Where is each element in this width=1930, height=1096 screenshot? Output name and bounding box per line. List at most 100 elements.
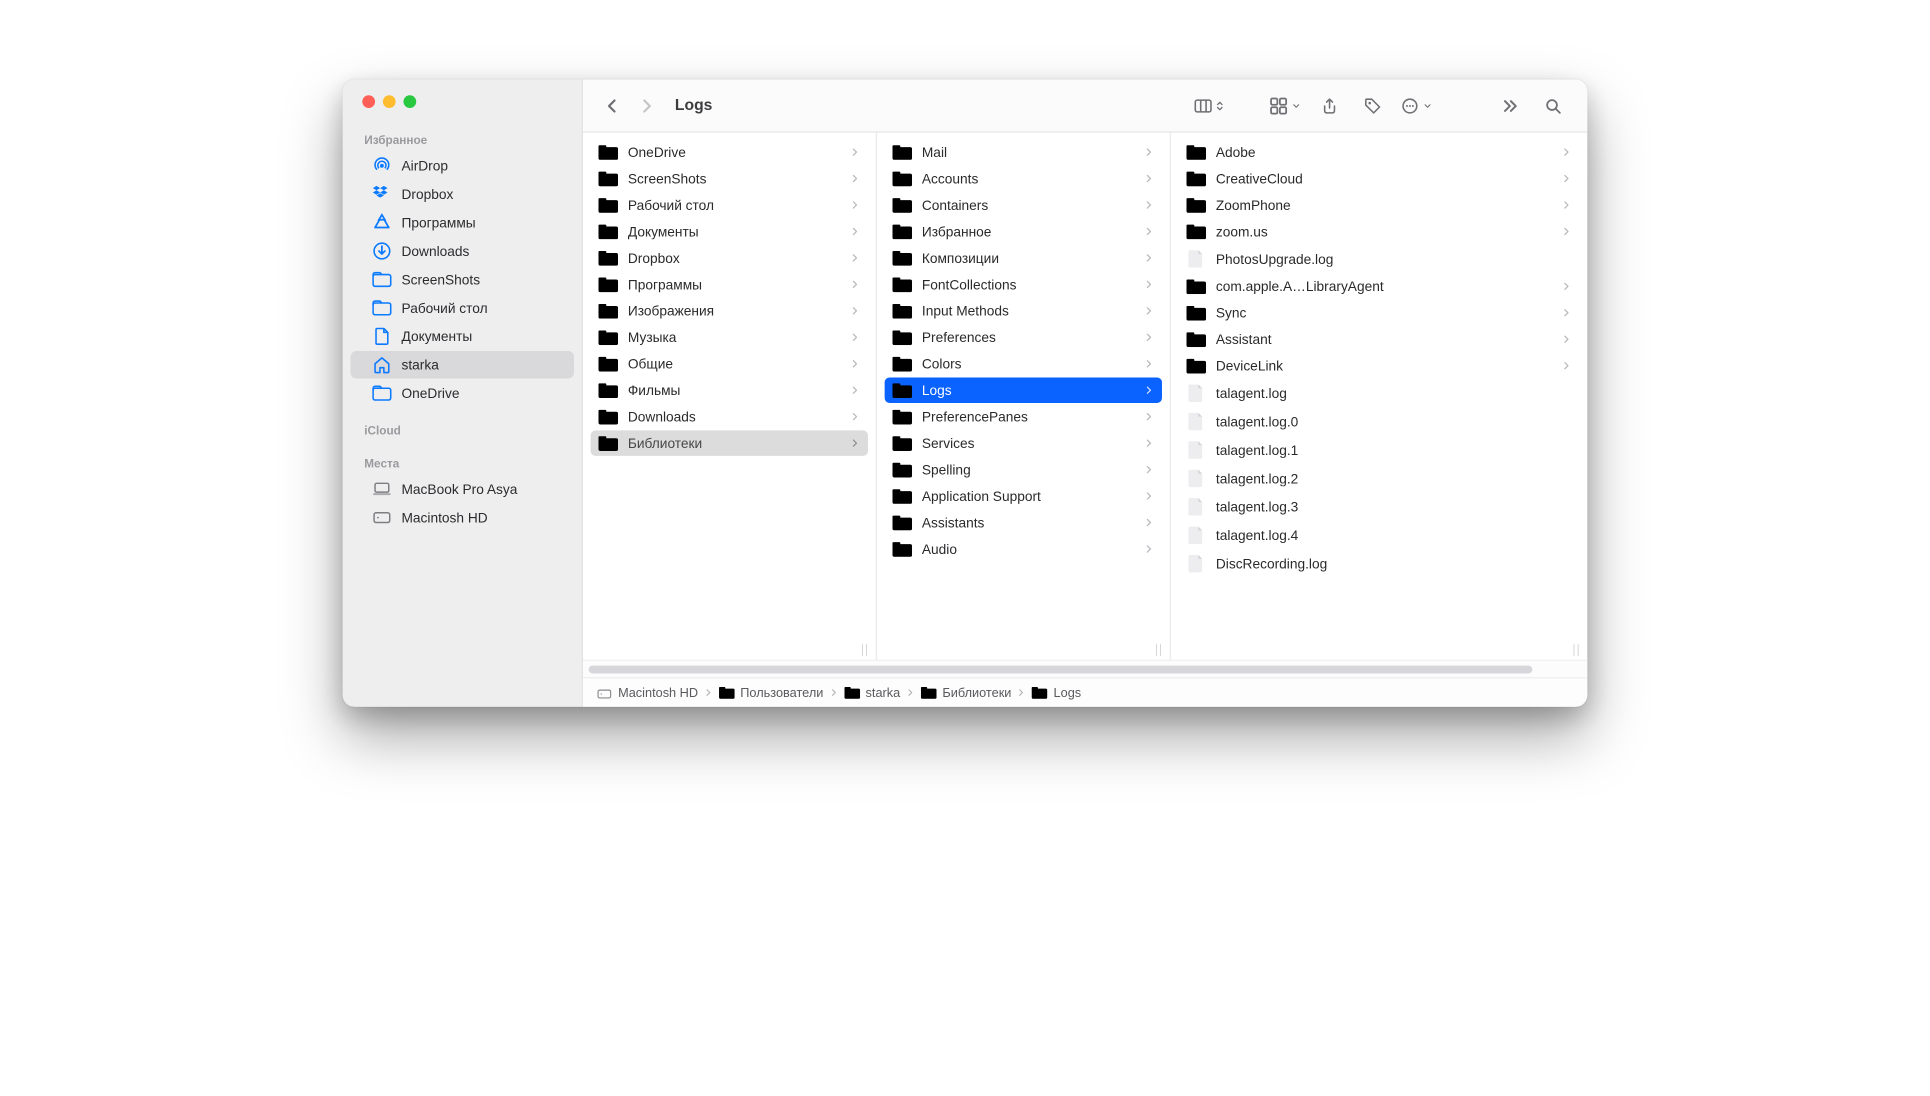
toolbar-overflow-button[interactable] [1495, 92, 1524, 119]
sidebar-item[interactable]: Рабочий стол [351, 294, 574, 321]
folder-icon [598, 197, 618, 213]
sidebar-item[interactable]: starka [351, 351, 574, 378]
share-button[interactable] [1315, 92, 1344, 119]
path-crumb[interactable]: Macintosh HD [597, 685, 699, 700]
zoom-window-button[interactable] [403, 95, 416, 108]
folder-row[interactable]: Containers [885, 192, 1162, 217]
file-row[interactable]: talagent.log.1 [1179, 436, 1580, 463]
path-crumb[interactable]: Logs [1032, 685, 1081, 700]
column-resize-handle[interactable]: ││ [856, 645, 872, 656]
folder-icon [921, 686, 937, 699]
path-crumb[interactable]: starka [844, 685, 900, 700]
chevron-right-icon [1144, 356, 1154, 372]
view-columns-button[interactable] [1194, 92, 1225, 119]
folder-row[interactable]: Services [885, 430, 1162, 455]
file-row[interactable]: talagent.log [1179, 379, 1580, 406]
folder-row[interactable]: Assistant [1179, 327, 1580, 352]
folder-row[interactable]: ZoomPhone [1179, 192, 1580, 217]
folder-row[interactable]: Accounts [885, 166, 1162, 191]
folder-row[interactable]: CreativeCloud [1179, 166, 1580, 191]
folder-row[interactable]: Изображения [591, 298, 868, 323]
folder-row[interactable]: DeviceLink [1179, 353, 1580, 378]
sidebar-item[interactable]: AirDrop [351, 152, 574, 179]
chevron-right-icon [850, 329, 860, 345]
file-row[interactable]: talagent.log.2 [1179, 465, 1580, 492]
folder-row[interactable]: Audio [885, 536, 1162, 561]
sidebar-item[interactable]: Документы [351, 323, 574, 350]
folder-icon [1186, 331, 1206, 347]
folder-row[interactable]: Assistants [885, 510, 1162, 535]
folder-row[interactable]: Colors [885, 351, 1162, 376]
chevron-right-icon [1562, 197, 1572, 213]
folder-row[interactable]: Общие [591, 351, 868, 376]
search-button[interactable] [1538, 92, 1567, 119]
folder-icon [1186, 358, 1206, 374]
chevron-right-icon [1562, 305, 1572, 321]
folder-row[interactable]: Библиотеки [591, 430, 868, 455]
folder-icon [892, 462, 912, 478]
folder-row[interactable]: Sync [1179, 300, 1580, 325]
folder-row[interactable]: PreferencePanes [885, 404, 1162, 429]
row-label: Application Support [922, 488, 1135, 504]
folder-row[interactable]: com.apple.A…LibraryAgent [1179, 274, 1580, 299]
folder-row[interactable]: Документы [591, 219, 868, 244]
chevron-right-icon [1144, 329, 1154, 345]
folder-row[interactable]: Mail [885, 139, 1162, 164]
sidebar-location-item[interactable]: Macintosh HD [351, 504, 574, 531]
folder-row[interactable]: Input Methods [885, 298, 1162, 323]
close-window-button[interactable] [362, 95, 375, 108]
sidebar-item[interactable]: ScreenShots [351, 266, 574, 293]
folder-row[interactable]: Adobe [1179, 139, 1580, 164]
folder-icon [892, 488, 912, 504]
folder-row[interactable]: Музыка [591, 325, 868, 350]
group-by-button[interactable] [1270, 92, 1301, 119]
minimize-window-button[interactable] [383, 95, 396, 108]
folder-row[interactable]: Logs [885, 377, 1162, 402]
folder-row[interactable]: Spelling [885, 457, 1162, 482]
file-row[interactable]: PhotosUpgrade.log [1179, 245, 1580, 272]
tags-button[interactable] [1358, 92, 1387, 119]
column-resize-handle[interactable]: ││ [1150, 645, 1166, 656]
sidebar-item[interactable]: OneDrive [351, 379, 574, 406]
folder-icon [598, 382, 618, 398]
chevron-right-icon [850, 224, 860, 240]
folder-row[interactable]: OneDrive [591, 139, 868, 164]
file-row[interactable]: DiscRecording.log [1179, 550, 1580, 577]
browser-column: AdobeCreativeCloudZoomPhonezoom.usPhotos… [1171, 132, 1588, 659]
row-label: Музыка [628, 329, 841, 345]
row-label: ScreenShots [628, 171, 841, 187]
folder-row[interactable]: Preferences [885, 325, 1162, 350]
folder-row[interactable]: Программы [591, 272, 868, 297]
file-row[interactable]: talagent.log.0 [1179, 408, 1580, 435]
file-row[interactable]: talagent.log.3 [1179, 493, 1580, 520]
forward-button[interactable] [632, 92, 661, 119]
more-actions-button[interactable] [1401, 92, 1432, 119]
folder-row[interactable]: Application Support [885, 483, 1162, 508]
row-label: Избранное [922, 224, 1135, 240]
back-button[interactable] [597, 92, 626, 119]
column-resize-handle[interactable]: ││ [1568, 645, 1584, 656]
chevron-right-icon [1144, 488, 1154, 504]
folder-row[interactable]: FontCollections [885, 272, 1162, 297]
sidebar-item[interactable]: Dropbox [351, 180, 574, 207]
row-label: talagent.log.2 [1216, 471, 1572, 487]
path-crumb[interactable]: Пользователи [719, 685, 824, 700]
folder-icon [844, 686, 860, 699]
path-crumb[interactable]: Библиотеки [921, 685, 1012, 700]
folder-row[interactable]: Избранное [885, 219, 1162, 244]
row-label: DiscRecording.log [1216, 556, 1572, 572]
sidebar-location-item[interactable]: MacBook Pro Asya [351, 475, 574, 502]
folder-row[interactable]: Dropbox [591, 245, 868, 270]
folder-row[interactable]: ScreenShots [591, 166, 868, 191]
sidebar-item-label: Программы [402, 215, 561, 231]
folder-row[interactable]: Рабочий стол [591, 192, 868, 217]
folder-row[interactable]: Композиции [885, 245, 1162, 270]
sidebar-item[interactable]: Программы [351, 209, 574, 236]
folder-row[interactable]: Фильмы [591, 377, 868, 402]
folder-row[interactable]: Downloads [591, 404, 868, 429]
horizontal-scrollbar[interactable] [583, 660, 1588, 678]
folder-icon [892, 329, 912, 345]
folder-row[interactable]: zoom.us [1179, 219, 1580, 244]
sidebar-item[interactable]: Downloads [351, 237, 574, 264]
file-row[interactable]: talagent.log.4 [1179, 522, 1580, 549]
